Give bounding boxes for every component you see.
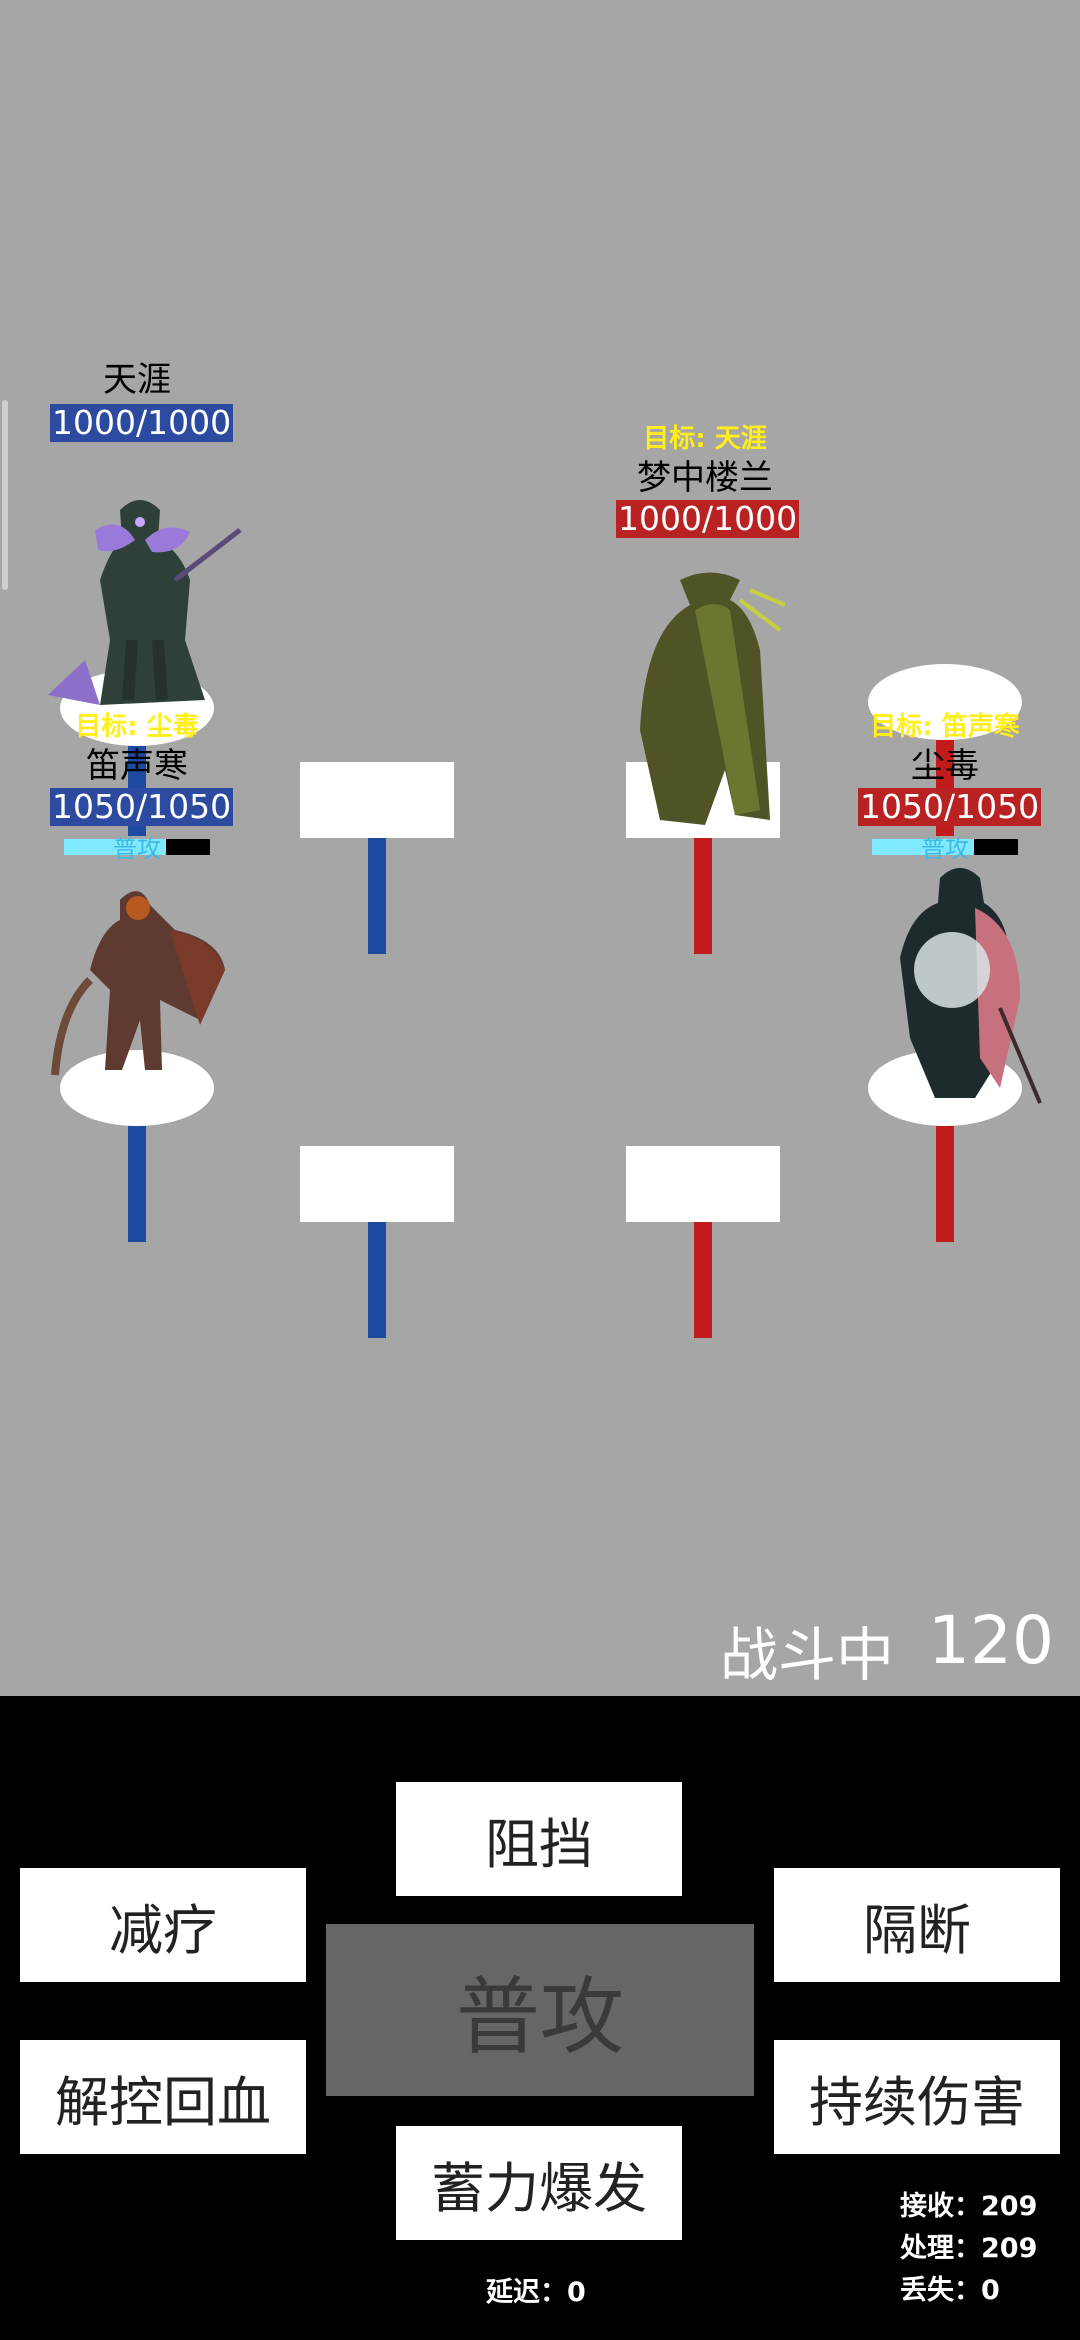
unit-name-tianya: 天涯 — [103, 360, 171, 400]
character-chendu-sprite[interactable] — [880, 858, 1050, 1108]
unit-hp-dishenghan: 1050/1050 — [50, 787, 234, 826]
slot-post-blue — [128, 1126, 146, 1242]
slot-post-blue — [368, 838, 386, 954]
unit-hp-mengzhong: 1000/1000 — [616, 499, 800, 538]
unit-name-chendu: 尘毒 — [911, 746, 979, 786]
stat-received: 接收：209 — [900, 2191, 1038, 2222]
stat-lost: 丢失：0 — [900, 2275, 1000, 2306]
character-dishenghan-sprite[interactable] — [50, 870, 230, 1090]
slot-pad-blue-front-empty — [300, 762, 454, 838]
unit-hp-tianya: 1000/1000 — [50, 403, 234, 442]
skill-panel: 阻挡 减疗 隔断 普攻 解控回血 持续伤害 蓄力爆发 延迟：0 接收：209 处… — [0, 1696, 1080, 2340]
slot-pad-red-back-empty — [626, 1146, 780, 1222]
battle-status: 战斗中 — [720, 1621, 895, 1689]
scroll-indicator — [2, 400, 8, 590]
cast-bar-chendu: 普攻 — [872, 835, 1018, 863]
stat-processed: 处理：209 — [900, 2233, 1038, 2264]
battle-timer: 120 — [928, 1602, 1054, 1679]
cast-bar-dishenghan: 普攻 — [64, 835, 210, 863]
skill-block-button[interactable]: 阻挡 — [396, 1782, 682, 1896]
unit-name-mengzhong: 梦中楼兰 — [637, 458, 773, 498]
skill-isolate-button[interactable]: 隔断 — [774, 1868, 1060, 1982]
unit-hp-chendu: 1050/1050 — [858, 787, 1042, 826]
slot-pad-blue-back-empty — [300, 1146, 454, 1222]
skill-cleanse-heal-button[interactable]: 解控回血 — [20, 2040, 306, 2154]
skill-basic-attack-button[interactable]: 普攻 — [326, 1924, 754, 2096]
slot-post-blue — [368, 1222, 386, 1338]
unit-name-dishenghan: 笛声寒 — [86, 746, 188, 786]
stat-delay: 延迟：0 — [486, 2277, 586, 2308]
skill-dot-button[interactable]: 持续伤害 — [774, 2040, 1060, 2154]
skill-heal-reduce-button[interactable]: 减疗 — [20, 1868, 306, 1982]
cast-bar-label: 普攻 — [113, 835, 161, 863]
slot-post-red — [936, 1126, 954, 1242]
character-mengzhong-sprite[interactable] — [620, 570, 800, 830]
character-tianya-sprite[interactable] — [40, 470, 250, 730]
cast-bar-label: 普攻 — [921, 835, 969, 863]
skill-charge-burst-button[interactable]: 蓄力爆发 — [396, 2126, 682, 2240]
battle-field: 天涯 1000/1000 目标: 天涯 梦中楼兰 1000/1000 目标: 尘… — [0, 0, 1080, 1696]
slot-post-red — [694, 1222, 712, 1338]
slot-post-red — [694, 838, 712, 954]
